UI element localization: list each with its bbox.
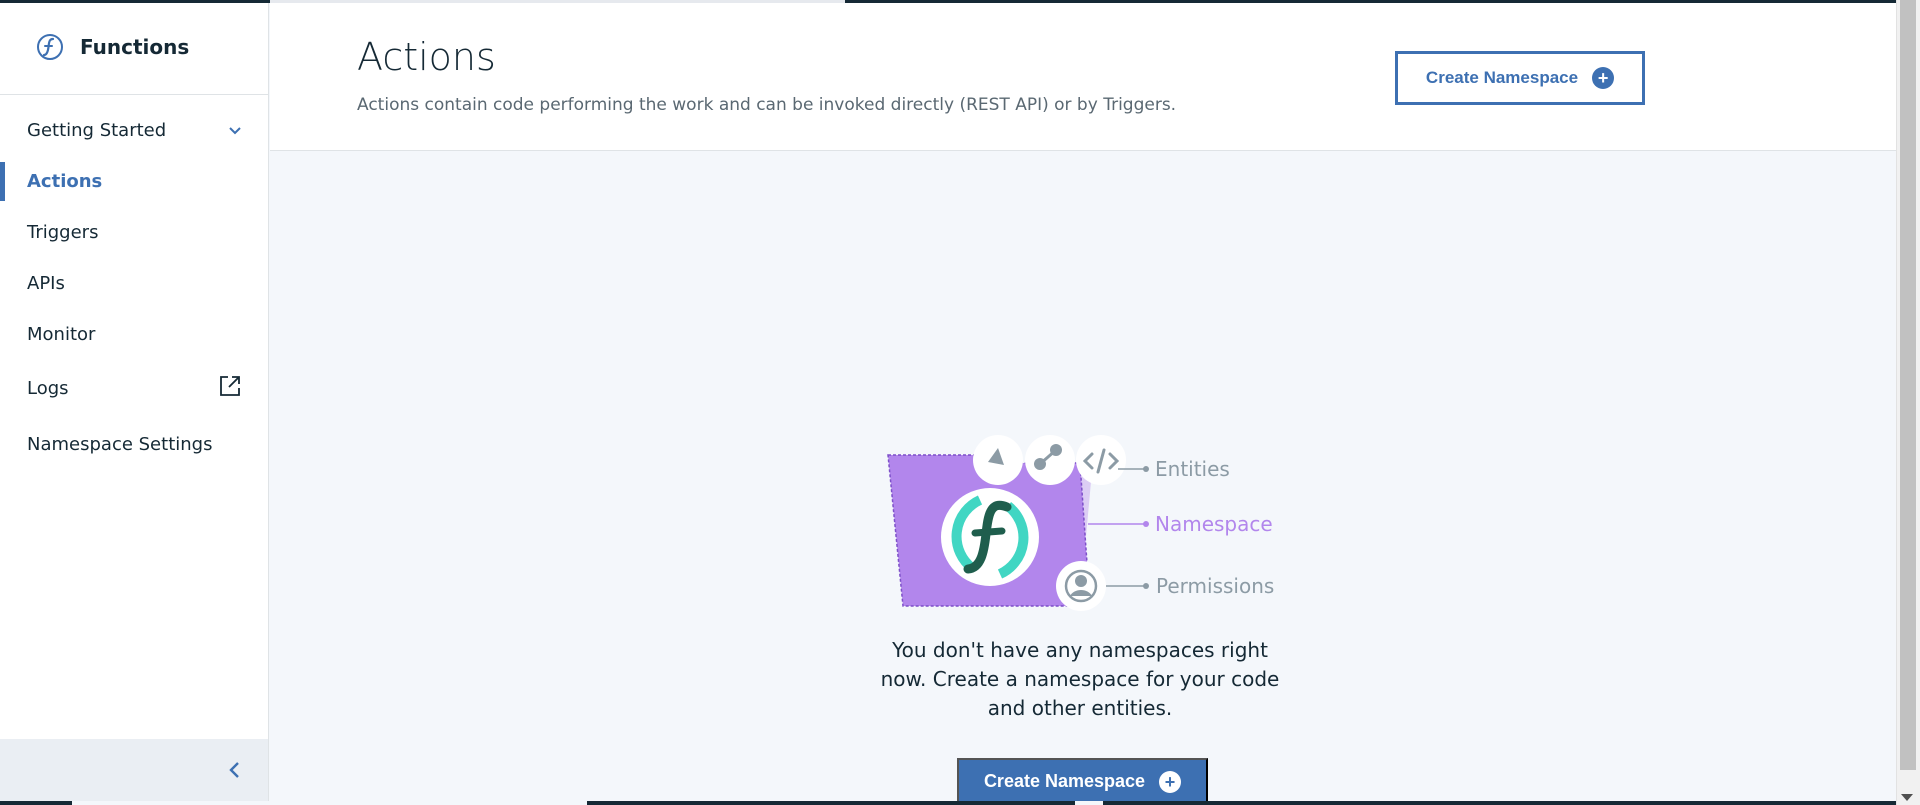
create-namespace-button[interactable]: Create Namespace +	[957, 758, 1208, 805]
sidebar-item-actions[interactable]: Actions	[0, 156, 268, 207]
sidebar-item-monitor[interactable]: Monitor	[0, 309, 268, 360]
functions-logo-icon	[34, 31, 66, 63]
sidebar-collapse-bar	[0, 739, 268, 805]
namespace-illustration: Entities Namespace Permissions	[880, 430, 1300, 615]
plus-circle-icon: +	[1159, 770, 1182, 793]
sidebar-item-label: Actions	[27, 171, 103, 192]
entities-label: Entities	[1155, 457, 1230, 481]
namespace-label: Namespace	[1155, 512, 1273, 536]
sidebar-item-label: Triggers	[27, 222, 99, 243]
button-label: Create Namespace	[983, 771, 1146, 791]
sidebar-item-label: Logs	[27, 378, 69, 399]
page-description: Actions contain code performing the work…	[357, 95, 1177, 115]
sidebar-item-label: Monitor	[27, 324, 96, 345]
sidebar-item-label: Getting Started	[27, 120, 167, 141]
scroll-down-arrow-icon[interactable]	[1901, 794, 1913, 801]
sidebar-item-label: Namespace Settings	[27, 433, 213, 455]
empty-state-message: You don't have any namespaces right now.…	[880, 638, 1280, 720]
page-title: Actions	[357, 35, 496, 79]
bottom-border	[0, 801, 1896, 805]
sidebar-item-logs[interactable]: Logs	[0, 360, 268, 417]
sidebar-item-getting-started[interactable]: Getting Started	[0, 105, 268, 156]
chevron-down-icon[interactable]	[228, 120, 242, 141]
sidebar-item-namespace-settings[interactable]: Namespace Settings	[0, 417, 268, 471]
sidebar-brand[interactable]: Functions	[0, 0, 268, 95]
sidebar-item-apis[interactable]: APIs	[0, 258, 268, 309]
sidebar: Functions Getting Started Actions Trigge…	[0, 0, 269, 805]
app-title: Functions	[80, 35, 190, 59]
scrollbar-thumb[interactable]	[1900, 0, 1916, 770]
vertical-scrollbar[interactable]	[1896, 0, 1920, 805]
create-namespace-button-header[interactable]: Create Namespace +	[1395, 51, 1645, 105]
external-link-icon[interactable]	[218, 374, 242, 403]
sidebar-nav: Getting Started Actions Triggers APIs Mo…	[0, 95, 268, 471]
plus-circle-icon: +	[1592, 67, 1615, 89]
chevron-left-icon[interactable]	[228, 761, 240, 783]
sidebar-item-label: APIs	[27, 273, 65, 294]
permissions-label: Permissions	[1156, 574, 1275, 598]
page-header: Actions Actions contain code performing …	[270, 3, 1896, 151]
button-label: Create Namespace	[1425, 68, 1579, 87]
top-border	[0, 0, 1896, 3]
sidebar-item-triggers[interactable]: Triggers	[0, 207, 268, 258]
